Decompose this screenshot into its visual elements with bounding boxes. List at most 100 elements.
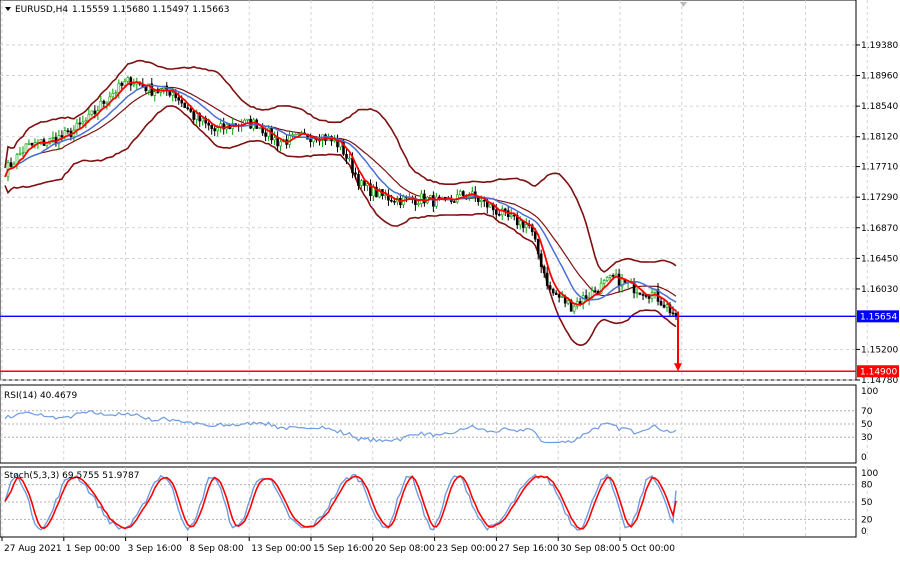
candle-body [51, 137, 55, 139]
candle-body [324, 134, 327, 142]
time-tick-label: 27 Sep 16:00 [498, 544, 558, 554]
rsi-axis-label: 0 [861, 453, 867, 463]
candle-body [503, 208, 507, 211]
candle-body [542, 266, 546, 274]
symbol-label: EURUSD,H4 [15, 5, 68, 15]
candle-body [545, 272, 549, 286]
candle-body [635, 292, 639, 295]
candle-body [536, 238, 540, 255]
price-tick-label: 1.17710 [861, 163, 898, 173]
chart-canvas[interactable]: 1.19380 1.18960 1.18540 1.18120 1.17710 1.172… [0, 0, 900, 558]
candle-body [662, 304, 666, 308]
candle-body [276, 137, 279, 147]
rsi-axis-label: 70 [861, 407, 873, 417]
candle-body [297, 133, 300, 135]
candle-body [210, 124, 213, 129]
stoch-label: Stoch(5,3,3) 69.5755 51.9787 [4, 471, 139, 481]
candle-body [216, 127, 219, 132]
chart-window[interactable]: 1.19380 1.18960 1.18540 1.18120 1.17710 1.172… [0, 0, 900, 558]
price-tick-label: 1.16030 [861, 285, 898, 295]
rsi-axis-label: 50 [861, 420, 873, 430]
candle-body [171, 92, 175, 96]
candle-body [84, 120, 88, 123]
candle-body [494, 209, 498, 215]
candle-body [153, 91, 157, 96]
candle-body [659, 301, 663, 306]
stoch-axis-label: 0 [861, 527, 867, 537]
candle-body [90, 110, 94, 115]
candle-body [572, 305, 576, 312]
candle-body [30, 142, 34, 146]
candle-body [279, 141, 282, 147]
price-tick-label: 1.18540 [861, 102, 898, 112]
candle-body [518, 220, 522, 226]
candle-body [114, 92, 118, 95]
price-axis[interactable]: 1.19380 1.18960 1.18540 1.18120 1.17710 1.172… [856, 41, 899, 386]
candle-body [60, 135, 64, 138]
candle-body [18, 153, 22, 155]
candle-body [309, 138, 312, 143]
candle-body [665, 304, 669, 308]
candle-body [111, 92, 115, 98]
ohlc-values: 1.15559 1.15680 1.15497 1.15663 [72, 5, 229, 15]
candle-body [123, 81, 127, 86]
candle-body [435, 196, 438, 207]
candle-body [180, 99, 184, 104]
candle-body [264, 132, 267, 137]
candle-body [459, 191, 462, 196]
candle-body [578, 301, 582, 304]
candle-body [120, 82, 124, 86]
candle-body [420, 193, 423, 204]
candle-body [213, 128, 216, 132]
time-tick-label: 8 Sep 08:00 [189, 544, 244, 554]
bid_line-label: 1.15654 [860, 312, 897, 322]
candle-body [186, 107, 190, 110]
candle-body [189, 108, 193, 112]
stoch-axis-label: 100 [861, 469, 878, 479]
candle-body [509, 214, 513, 218]
candle-body [24, 143, 28, 153]
stoch-axis-label: 80 [861, 481, 873, 491]
candle-body [345, 153, 348, 159]
candle-body [390, 199, 393, 202]
candle-body [363, 180, 366, 186]
candle-body [497, 214, 501, 216]
candle-body [524, 224, 528, 229]
candle-body [551, 288, 555, 294]
candle-body [462, 191, 465, 196]
time-tick-label: 20 Sep 08:00 [375, 544, 435, 554]
candle-body [429, 195, 432, 198]
candle-body [354, 172, 357, 175]
candle-body [384, 194, 387, 197]
stoch-axis-label: 50 [861, 498, 873, 508]
time-tick-label: 1 Sep 00:00 [66, 544, 121, 554]
candle-body [102, 100, 106, 104]
candle-body [482, 199, 486, 202]
candle-body [81, 121, 85, 124]
candle-body [539, 253, 543, 267]
time-tick-label: 5 Oct 00:00 [622, 544, 675, 554]
candle-body [126, 77, 130, 82]
candle-body [27, 142, 31, 145]
candle-body [554, 292, 558, 295]
candle-body [348, 157, 351, 160]
candle-body [641, 294, 645, 296]
price-tick-label: 1.16450 [861, 254, 898, 264]
candle-body [647, 296, 651, 299]
price-tick-label: 1.18120 [861, 133, 898, 143]
candle-body [593, 290, 597, 293]
stoch-axis-label: 20 [861, 515, 873, 525]
time-tick-label: 23 Sep 00:00 [437, 544, 497, 554]
candle-body [557, 294, 561, 298]
time-axis[interactable]: 27 Aug 2021 1 Sep 00:00 3 Sep 16:00 8 Sep 0… [1, 537, 675, 554]
candle-body [611, 275, 615, 277]
main-panel[interactable] [0, 0, 857, 381]
time-tick-label: 15 Sep 16:00 [313, 544, 373, 554]
candle-body [117, 82, 121, 94]
price-tick-label: 1.19380 [861, 41, 898, 51]
candle-body [75, 122, 79, 131]
price-tick-label: 1.17290 [861, 193, 898, 203]
candle-body [479, 199, 483, 202]
candle-body [312, 138, 315, 143]
candle-body [548, 285, 552, 290]
